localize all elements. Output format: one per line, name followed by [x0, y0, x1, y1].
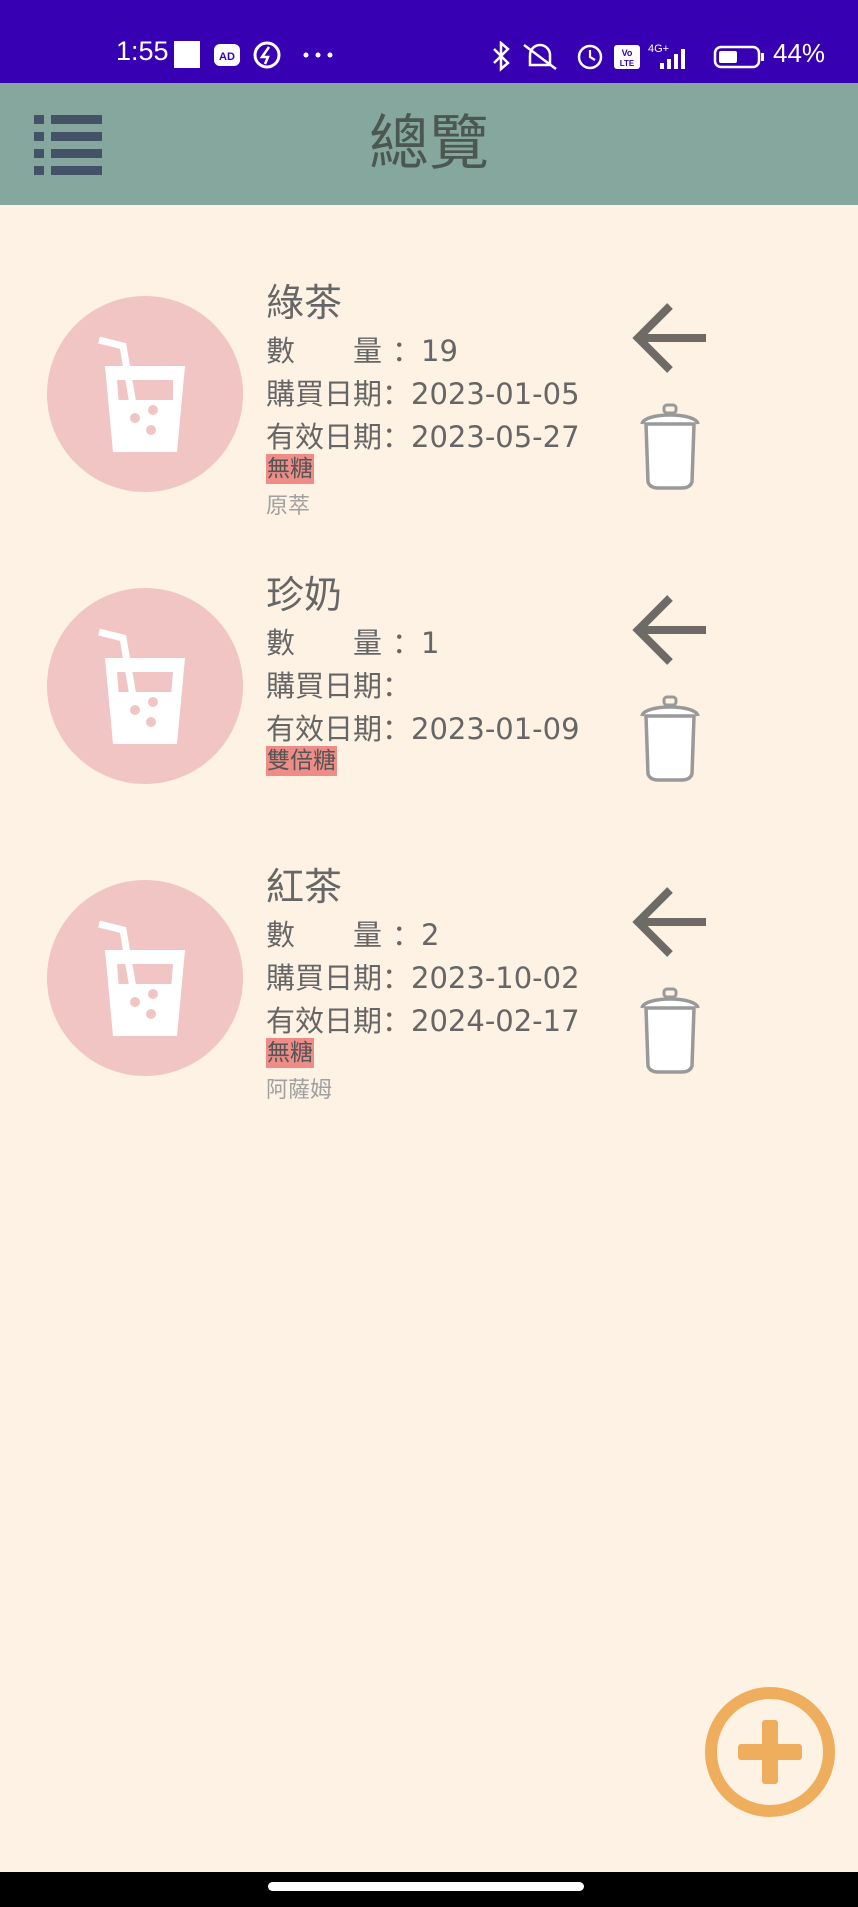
sugar-tag: 無糖	[266, 454, 314, 484]
quantity-row: 數量：19	[266, 334, 458, 368]
app-bar: 總覽	[0, 83, 858, 205]
add-item-button[interactable]	[704, 1686, 836, 1818]
item-purchase-date: 2023-01-05	[411, 377, 580, 411]
drink-avatar	[47, 588, 243, 784]
svg-text:4G+: 4G+	[648, 43, 669, 55]
trash-icon[interactable]	[638, 694, 702, 782]
battery-percentage: 44%	[773, 38, 826, 68]
list-item[interactable]: 紅茶 數量：2 購買日期：2023-10-02 有效日期：2024-02-17 …	[0, 862, 858, 1122]
item-name: 珍奶	[266, 573, 343, 617]
drink-avatar	[47, 880, 243, 1076]
back-arrow-icon[interactable]	[630, 882, 710, 962]
list-item[interactable]: 珍奶 數量：1 購買日期： 有效日期：2023-01-09 雙倍糖	[0, 570, 858, 830]
purchase-date-row: 購買日期：2023-10-02	[266, 961, 580, 995]
back-arrow-icon[interactable]	[630, 590, 710, 670]
status-right-icons: Vo LTE 4G+	[493, 41, 764, 72]
page-title: 總覽	[369, 109, 489, 179]
navigation-bar	[0, 1872, 858, 1907]
sugar-tag: 無糖	[266, 1038, 314, 1068]
more-icon	[303, 52, 309, 58]
item-name: 綠茶	[266, 281, 343, 325]
home-indicator[interactable]	[268, 1882, 584, 1891]
item-quantity: 1	[421, 626, 440, 660]
expiry-date-row: 有效日期：2023-01-09	[266, 712, 580, 746]
status-bar: 1:55 AD Vo LTE 4G+ 44%	[0, 0, 858, 83]
status-left-icons: AD	[174, 41, 333, 69]
svg-text:LTE: LTE	[620, 59, 635, 68]
item-note: 阿薩姆	[266, 1078, 333, 1103]
svg-text:Vo: Vo	[622, 48, 633, 58]
square-icon	[174, 41, 200, 68]
item-note: 原萃	[266, 494, 311, 519]
item-purchase-date: 2023-10-02	[411, 961, 580, 995]
purchase-date-row: 購買日期：	[266, 669, 412, 703]
expiry-date-row: 有效日期：2023-05-27	[266, 420, 580, 454]
battery-icon	[713, 45, 764, 69]
sugar-tag: 雙倍糖	[266, 746, 337, 776]
drink-cup-icon	[98, 336, 185, 452]
item-quantity: 19	[421, 334, 458, 368]
quantity-row: 數量：2	[266, 918, 440, 952]
item-expiry-date: 2024-02-17	[411, 1004, 580, 1038]
drink-cup-icon	[98, 628, 185, 744]
back-arrow-icon[interactable]	[630, 298, 710, 378]
drink-cup-icon	[98, 920, 185, 1036]
bluetooth-icon	[493, 41, 510, 72]
mute-icon	[523, 43, 557, 70]
purchase-date-row: 購買日期：2023-01-05	[266, 377, 580, 411]
svg-text:AD: AD	[219, 51, 235, 63]
list-item[interactable]: 綠茶 數量：19 購買日期：2023-01-05 有效日期：2023-05-27…	[0, 278, 858, 538]
trash-icon[interactable]	[638, 402, 702, 490]
lightning-icon	[253, 41, 281, 69]
item-expiry-date: 2023-01-09	[411, 712, 580, 746]
quantity-row: 數量：1	[266, 626, 440, 660]
drink-avatar	[47, 296, 243, 492]
trash-icon[interactable]	[638, 986, 702, 1074]
item-quantity: 2	[421, 918, 440, 952]
menu-list-icon[interactable]	[34, 113, 102, 177]
item-expiry-date: 2023-05-27	[411, 420, 580, 454]
expiry-date-row: 有效日期：2024-02-17	[266, 1004, 580, 1038]
item-name: 紅茶	[266, 865, 343, 909]
status-time: 1:55	[116, 36, 169, 66]
